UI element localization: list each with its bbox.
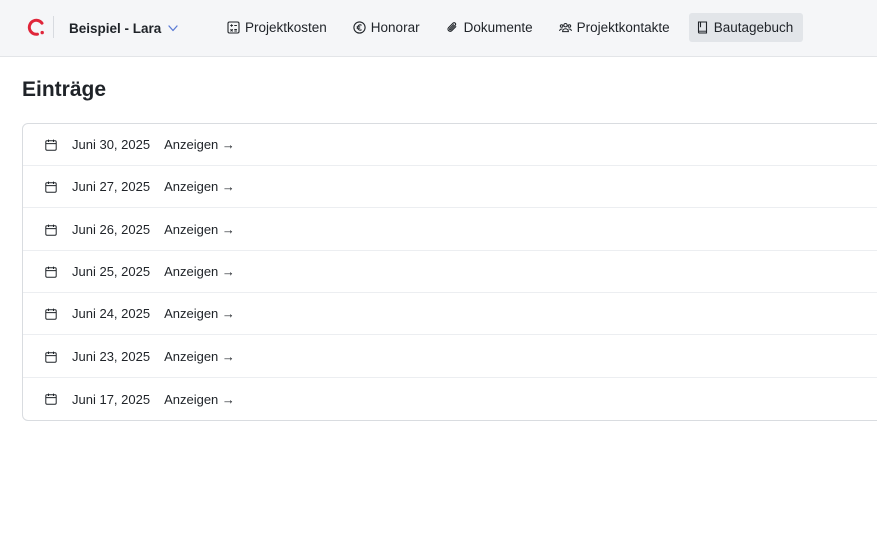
list-item: Juni 27, 2025 Anzeigen →: [23, 166, 877, 208]
calendar-icon: [45, 224, 57, 236]
calendar-icon: [45, 266, 57, 278]
entry-date: Juni 26, 2025: [72, 222, 151, 237]
list-item: Juni 26, 2025 Anzeigen →: [23, 209, 877, 251]
main-nav: Projektkosten Honorar Dokumente Projektk…: [220, 13, 804, 42]
brand-logo-icon[interactable]: [27, 18, 45, 36]
show-entry-link[interactable]: Anzeigen →: [164, 179, 235, 194]
book-icon: [697, 21, 707, 34]
nav-item-dokumente[interactable]: Dokumente: [439, 13, 540, 42]
entry-date: Juni 23, 2025: [72, 349, 151, 364]
show-entry-link[interactable]: Anzeigen →: [164, 137, 235, 152]
contacts-icon: [558, 22, 572, 33]
nav-item-honorar[interactable]: Honorar: [346, 13, 427, 42]
calculator-icon: [227, 21, 240, 34]
entry-date: Juni 27, 2025: [72, 179, 151, 194]
calendar-icon: [45, 351, 57, 363]
project-selector[interactable]: Beispiel - Lara: [69, 18, 179, 38]
chevron-down-icon: [168, 25, 178, 32]
list-item: Juni 24, 2025 Anzeigen →: [23, 293, 877, 335]
show-entry-link[interactable]: Anzeigen →: [164, 306, 235, 321]
entry-date: Juni 24, 2025: [72, 306, 151, 321]
show-entry-link[interactable]: Anzeigen →: [164, 349, 235, 364]
top-navigation-bar: Beispiel - Lara Projektkosten Honorar Do…: [0, 0, 877, 57]
list-item: Juni 23, 2025 Anzeigen →: [23, 336, 877, 378]
logo-divider: [53, 16, 54, 38]
list-item: Juni 17, 2025 Anzeigen →: [23, 378, 877, 420]
nav-label: Honorar: [370, 20, 420, 35]
project-name: Beispiel - Lara: [69, 20, 162, 36]
show-entry-link[interactable]: Anzeigen →: [164, 392, 235, 407]
entry-date: Juni 17, 2025: [72, 391, 151, 407]
calendar-icon: [45, 139, 57, 151]
nav-item-bautagebuch[interactable]: Bautagebuch: [688, 13, 804, 42]
nav-label: Dokumente: [463, 20, 533, 35]
nav-item-projektkontakte[interactable]: Projektkontakte: [552, 13, 677, 42]
calendar-icon: [45, 393, 57, 405]
show-entry-link[interactable]: Anzeigen →: [164, 222, 235, 237]
list-item: Juni 25, 2025 Anzeigen →: [23, 251, 877, 293]
entry-date: Juni 30, 2025: [72, 137, 151, 152]
calendar-icon: [45, 308, 57, 320]
show-entry-link[interactable]: Anzeigen →: [164, 264, 235, 279]
euro-icon: [353, 21, 366, 34]
paperclip-icon: [447, 22, 456, 32]
calendar-icon: [45, 181, 57, 193]
nav-label: Bautagebuch: [713, 20, 794, 35]
list-item: Juni 30, 2025 Anzeigen →: [23, 124, 877, 166]
entries-list: Juni 30, 2025 Anzeigen → Juni 27, 2025 A…: [22, 123, 877, 421]
nav-item-projektkosten[interactable]: Projektkosten: [220, 13, 334, 42]
entry-date: Juni 25, 2025: [72, 264, 151, 279]
page-title: Einträge: [22, 78, 107, 101]
nav-label: Projektkosten: [245, 20, 327, 35]
nav-label: Projektkontakte: [576, 20, 670, 35]
